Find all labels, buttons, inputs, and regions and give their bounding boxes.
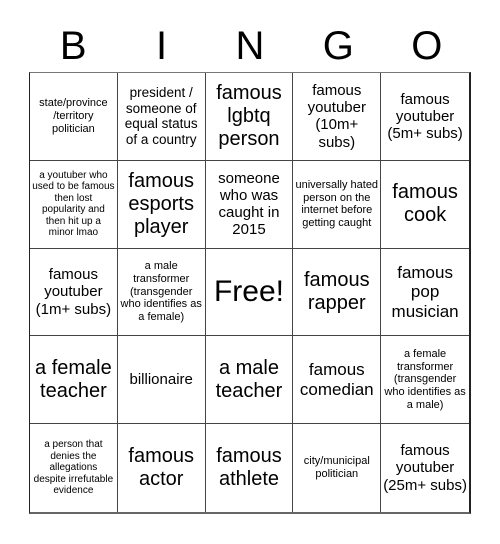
bingo-cell-label: famous youtuber (10m+ subs) (307, 81, 366, 151)
bingo-cell[interactable]: famous cook (381, 161, 469, 249)
bingo-cell-label: a person that denies the allegations des… (33, 439, 114, 497)
bingo-cell[interactable]: a female teacher (30, 336, 118, 425)
header-letter-n: N (235, 24, 265, 68)
bingo-cell[interactable]: a male teacher (205, 336, 294, 425)
bingo-cell[interactable]: famous athlete (206, 424, 294, 512)
header-letter-g: G (322, 24, 354, 68)
bingo-cell[interactable]: state/province /territory politician (30, 73, 118, 161)
bingo-cell-label: famous cook (392, 181, 458, 227)
bingo-cell-label: famous actor (128, 445, 194, 491)
bingo-cell-label: famous lgbtq person (216, 81, 282, 150)
bingo-cell[interactable]: famous youtuber (25m+ subs) (381, 424, 469, 512)
bingo-cell-label: someone who was caught in 2015 (218, 169, 280, 239)
bingo-header: B I N G O (29, 20, 471, 72)
bingo-cell-label: billionaire (129, 371, 193, 389)
bingo-cell[interactable]: a person that denies the allegations des… (30, 424, 118, 512)
bingo-cell-label: famous comedian (299, 360, 374, 399)
bingo-cell-label: a female teacher (35, 356, 112, 402)
bingo-cell-label: famous pop musician (391, 262, 459, 321)
free-space-cell[interactable]: Free! (205, 248, 294, 337)
header-letter-b: B (59, 24, 87, 68)
bingo-cell-label: state/province /territory politician (39, 97, 108, 135)
bingo-cell-label: famous athlete (216, 445, 282, 491)
bingo-cell[interactable]: famous actor (118, 424, 206, 512)
bingo-cell-label: famous youtuber (1m+ subs) (35, 266, 112, 318)
bingo-cell-label: famous youtuber (5m+ subs) (387, 90, 463, 143)
bingo-cell[interactable]: famous pop musician (381, 249, 469, 337)
bingo-cell[interactable]: famous youtuber (10m+ subs) (293, 73, 382, 161)
bingo-cell-label: a male transformer (transgender who iden… (120, 260, 202, 323)
bingo-cell-label: famous rapper (303, 268, 370, 314)
bingo-cell-label: Free! (213, 274, 284, 308)
bingo-cell[interactable]: a male transformer (transgender who iden… (117, 248, 206, 337)
bingo-cell[interactable]: billionaire (117, 336, 206, 425)
bingo-cell-label: a male teacher (215, 356, 283, 402)
bingo-card-grid: state/province /territory politician pres… (29, 72, 471, 514)
bingo-cell-label: president / someone of equal status of a… (124, 85, 198, 147)
bingo-cell[interactable]: famous comedian (293, 336, 382, 425)
bingo-cell-label: universally hated person on the internet… (295, 178, 379, 229)
bingo-cell[interactable]: famous youtuber (5m+ subs) (381, 73, 469, 161)
bingo-cell-label: famous esports player (128, 169, 194, 238)
bingo-cell[interactable]: famous lgbtq person (205, 73, 294, 161)
bingo-cell-label: a female transformer (transgender who id… (384, 348, 466, 411)
bingo-cell[interactable]: universally hated person on the internet… (293, 160, 382, 249)
header-letter-o: O (411, 24, 443, 68)
bingo-cell-label: a youtuber who used to be famous then lo… (32, 169, 115, 239)
bingo-cell[interactable]: president / someone of equal status of a… (117, 73, 206, 161)
bingo-cell[interactable]: famous youtuber (1m+ subs) (30, 248, 118, 337)
header-letter-i: I (156, 24, 168, 68)
bingo-cell[interactable]: famous rapper (293, 248, 382, 337)
bingo-cell-label: city/municipal politician (303, 455, 370, 481)
bingo-cell[interactable]: famous esports player (117, 160, 206, 249)
bingo-cell[interactable]: a female transformer (transgender who id… (381, 336, 469, 425)
bingo-cell[interactable]: city/municipal politician (293, 424, 382, 512)
bingo-cell[interactable]: someone who was caught in 2015 (205, 160, 294, 249)
bingo-cell-label: famous youtuber (25m+ subs) (383, 442, 467, 494)
bingo-cell[interactable]: a youtuber who used to be famous then lo… (30, 160, 118, 249)
